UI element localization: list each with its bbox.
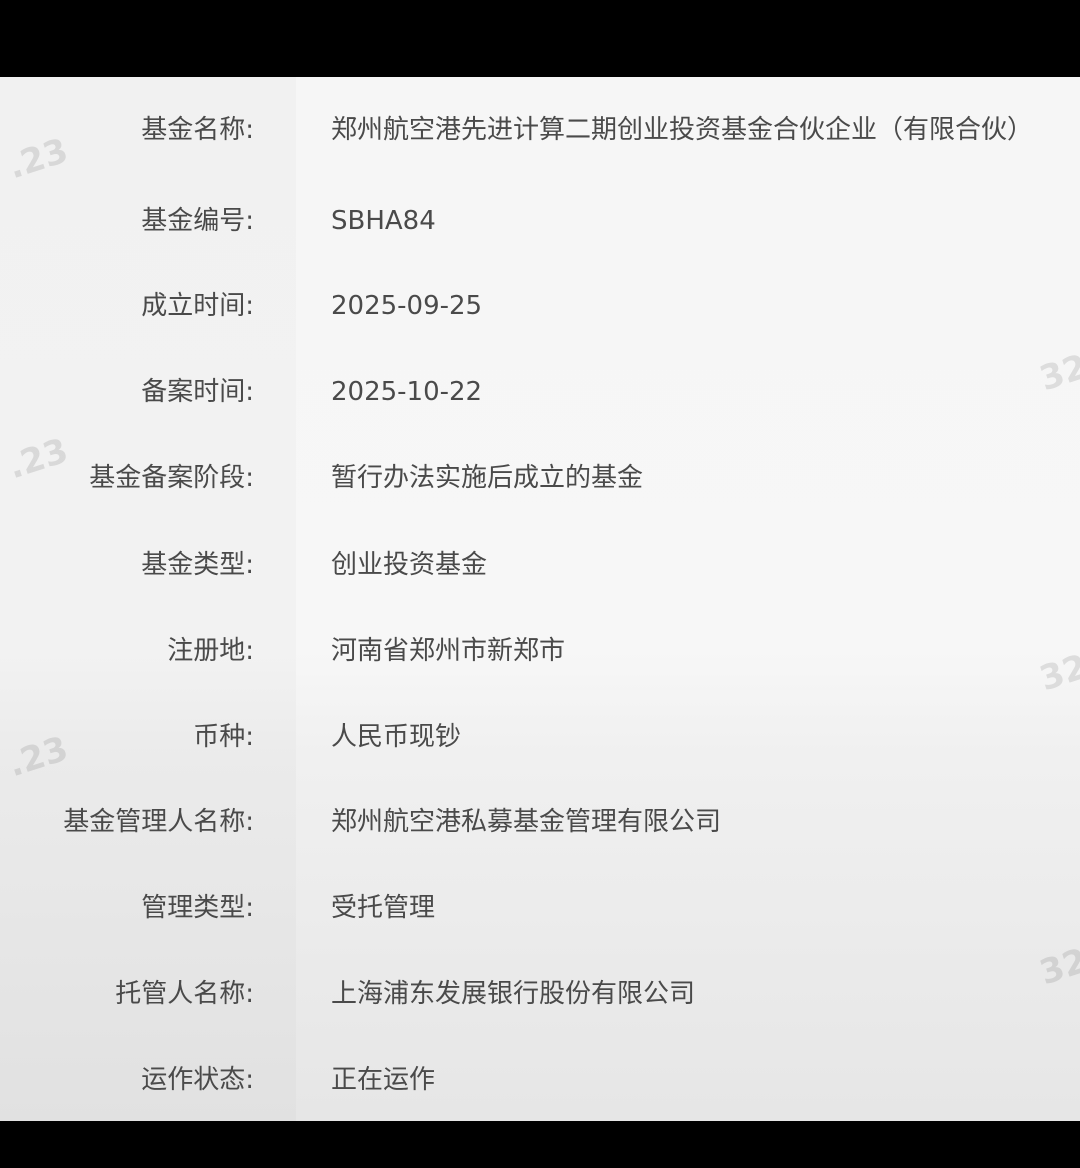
row-management-type: 管理类型: 受托管理: [0, 888, 1080, 928]
field-value: 人民币现钞: [331, 722, 462, 752]
field-value: 受托管理: [331, 893, 436, 923]
field-value: SBHA84: [331, 206, 436, 236]
field-value: 郑州航空港私募基金管理有限公司: [331, 807, 722, 837]
field-value: 创业投资基金: [331, 550, 488, 580]
field-value: 河南省郑州市新郑市: [331, 636, 566, 666]
field-label: 基金备案阶段:: [89, 463, 254, 493]
field-label: 基金类型:: [141, 550, 254, 580]
letterbox-bottom: [0, 1121, 1080, 1168]
row-currency: 币种: 人民币现钞: [0, 717, 1080, 757]
field-label: 基金名称:: [141, 115, 254, 145]
field-label: 运作状态:: [141, 1065, 254, 1095]
field-label: 托管人名称:: [115, 979, 254, 1009]
field-value: 2025-10-22: [331, 377, 483, 407]
field-label: 币种:: [193, 722, 254, 752]
row-filing-stage: 基金备案阶段: 暂行办法实施后成立的基金: [0, 458, 1080, 498]
row-fund-name: 基金名称: 郑州航空港先进计算二期创业投资基金合伙企业（有限合伙）: [0, 110, 1080, 150]
field-value: 郑州航空港先进计算二期创业投资基金合伙企业（有限合伙）: [331, 115, 1034, 145]
field-label: 基金管理人名称:: [63, 807, 254, 837]
field-label: 注册地:: [167, 636, 254, 666]
row-custodian-name: 托管人名称: 上海浦东发展银行股份有限公司: [0, 974, 1080, 1014]
field-value: 上海浦东发展银行股份有限公司: [331, 979, 696, 1009]
row-registered-location: 注册地: 河南省郑州市新郑市: [0, 631, 1080, 671]
field-label: 基金编号:: [141, 206, 254, 236]
row-fund-type: 基金类型: 创业投资基金: [0, 545, 1080, 585]
field-label: 备案时间:: [141, 377, 254, 407]
letterbox-top: [0, 0, 1080, 77]
field-label: 管理类型:: [141, 893, 254, 923]
row-established-date: 成立时间: 2025-09-25: [0, 286, 1080, 326]
row-fund-code: 基金编号: SBHA84: [0, 201, 1080, 241]
field-value: 2025-09-25: [331, 291, 483, 321]
fund-info-sheet: .23 .23 .23 32 32 32 基金名称: 郑州航空港先进计算二期创业…: [0, 77, 1080, 1121]
row-manager-name: 基金管理人名称: 郑州航空港私募基金管理有限公司: [0, 802, 1080, 842]
field-label: 成立时间:: [141, 291, 254, 321]
row-operation-status: 运作状态: 正在运作: [0, 1060, 1080, 1100]
field-value: 正在运作: [331, 1065, 436, 1095]
field-value: 暂行办法实施后成立的基金: [331, 463, 644, 493]
row-filing-date: 备案时间: 2025-10-22: [0, 372, 1080, 412]
